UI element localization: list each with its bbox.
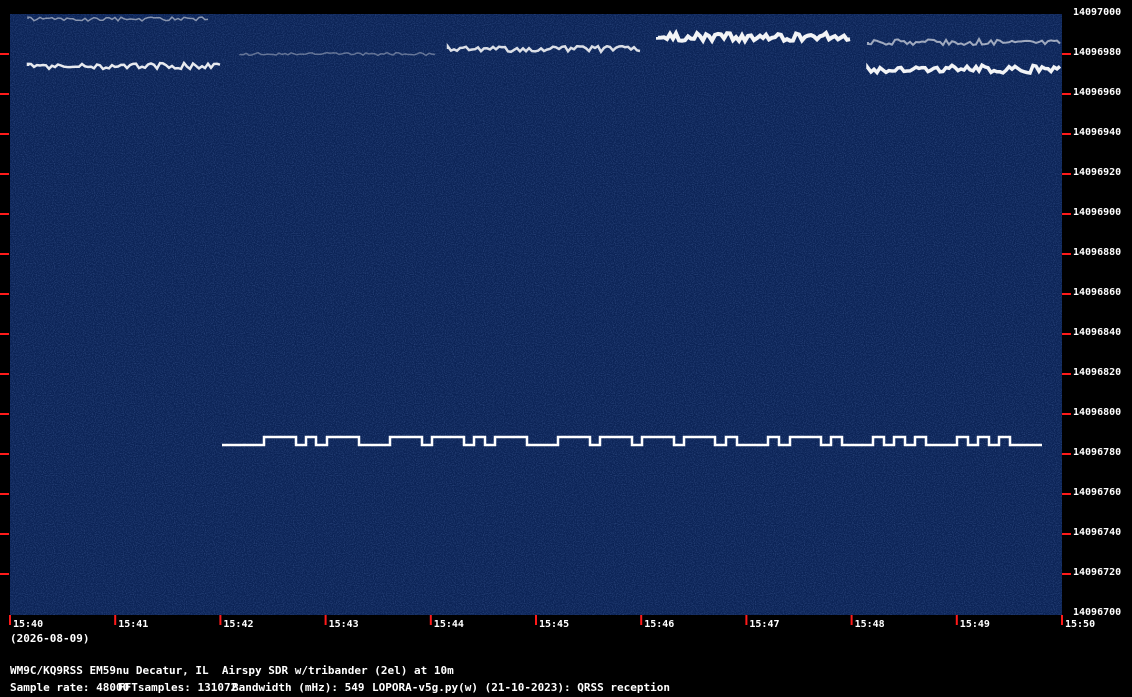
time-label: 15:44 (433, 619, 464, 630)
frequency-label: 14096740 (1073, 527, 1122, 538)
frequency-label: 14096820 (1073, 367, 1122, 378)
time-label: 15:45 (539, 619, 570, 630)
time-label: 15:42 (223, 619, 254, 630)
frequency-label: 14096780 (1073, 447, 1122, 458)
time-label: 15:41 (118, 619, 149, 630)
fft-samples: FFTsamples: 131072 (118, 681, 238, 694)
frequency-label: 14096940 (1073, 127, 1122, 138)
frequency-label: 14096900 (1073, 207, 1122, 218)
frequency-label: 14096980 (1073, 47, 1122, 58)
time-label: 15:48 (854, 619, 885, 630)
frequency-label: 14096880 (1073, 247, 1122, 258)
frequency-label: 14096920 (1073, 167, 1122, 178)
time-label: 15:43 (328, 619, 359, 630)
frequency-label: 14096840 (1073, 327, 1122, 338)
frequency-label: 14097000 (1073, 7, 1122, 18)
frequency-label: 14096860 (1073, 287, 1122, 298)
frequency-label: 14096960 (1073, 87, 1122, 98)
time-label: 15:50 (1065, 619, 1096, 630)
waterfall-plot (0, 14, 1071, 625)
date-label: (2026-08-09) (10, 632, 90, 645)
time-label: 15:40 (13, 619, 44, 630)
time-label: 15:49 (959, 619, 990, 630)
station-info: WM9C/KQ9RSS EM59nu Decatur, IL Airspy SD… (10, 664, 454, 677)
frequency-label: 14096700 (1073, 607, 1122, 618)
time-ticks (9, 615, 1063, 625)
sample-rate: Sample rate: 48000 (10, 681, 130, 694)
waterfall-noise (10, 14, 1062, 615)
software-version: LOPORA-v5g.py(w) (21-10-2023): QRSS rece… (372, 681, 671, 694)
time-label: 15:47 (749, 619, 780, 630)
frequency-label: 14096720 (1073, 567, 1122, 578)
time-label: 15:46 (644, 619, 675, 630)
frequency-label: 14096760 (1073, 487, 1122, 498)
bandwidth: Bandwidth (mHz): 549 (232, 681, 365, 694)
frequency-label: 14096800 (1073, 407, 1122, 418)
